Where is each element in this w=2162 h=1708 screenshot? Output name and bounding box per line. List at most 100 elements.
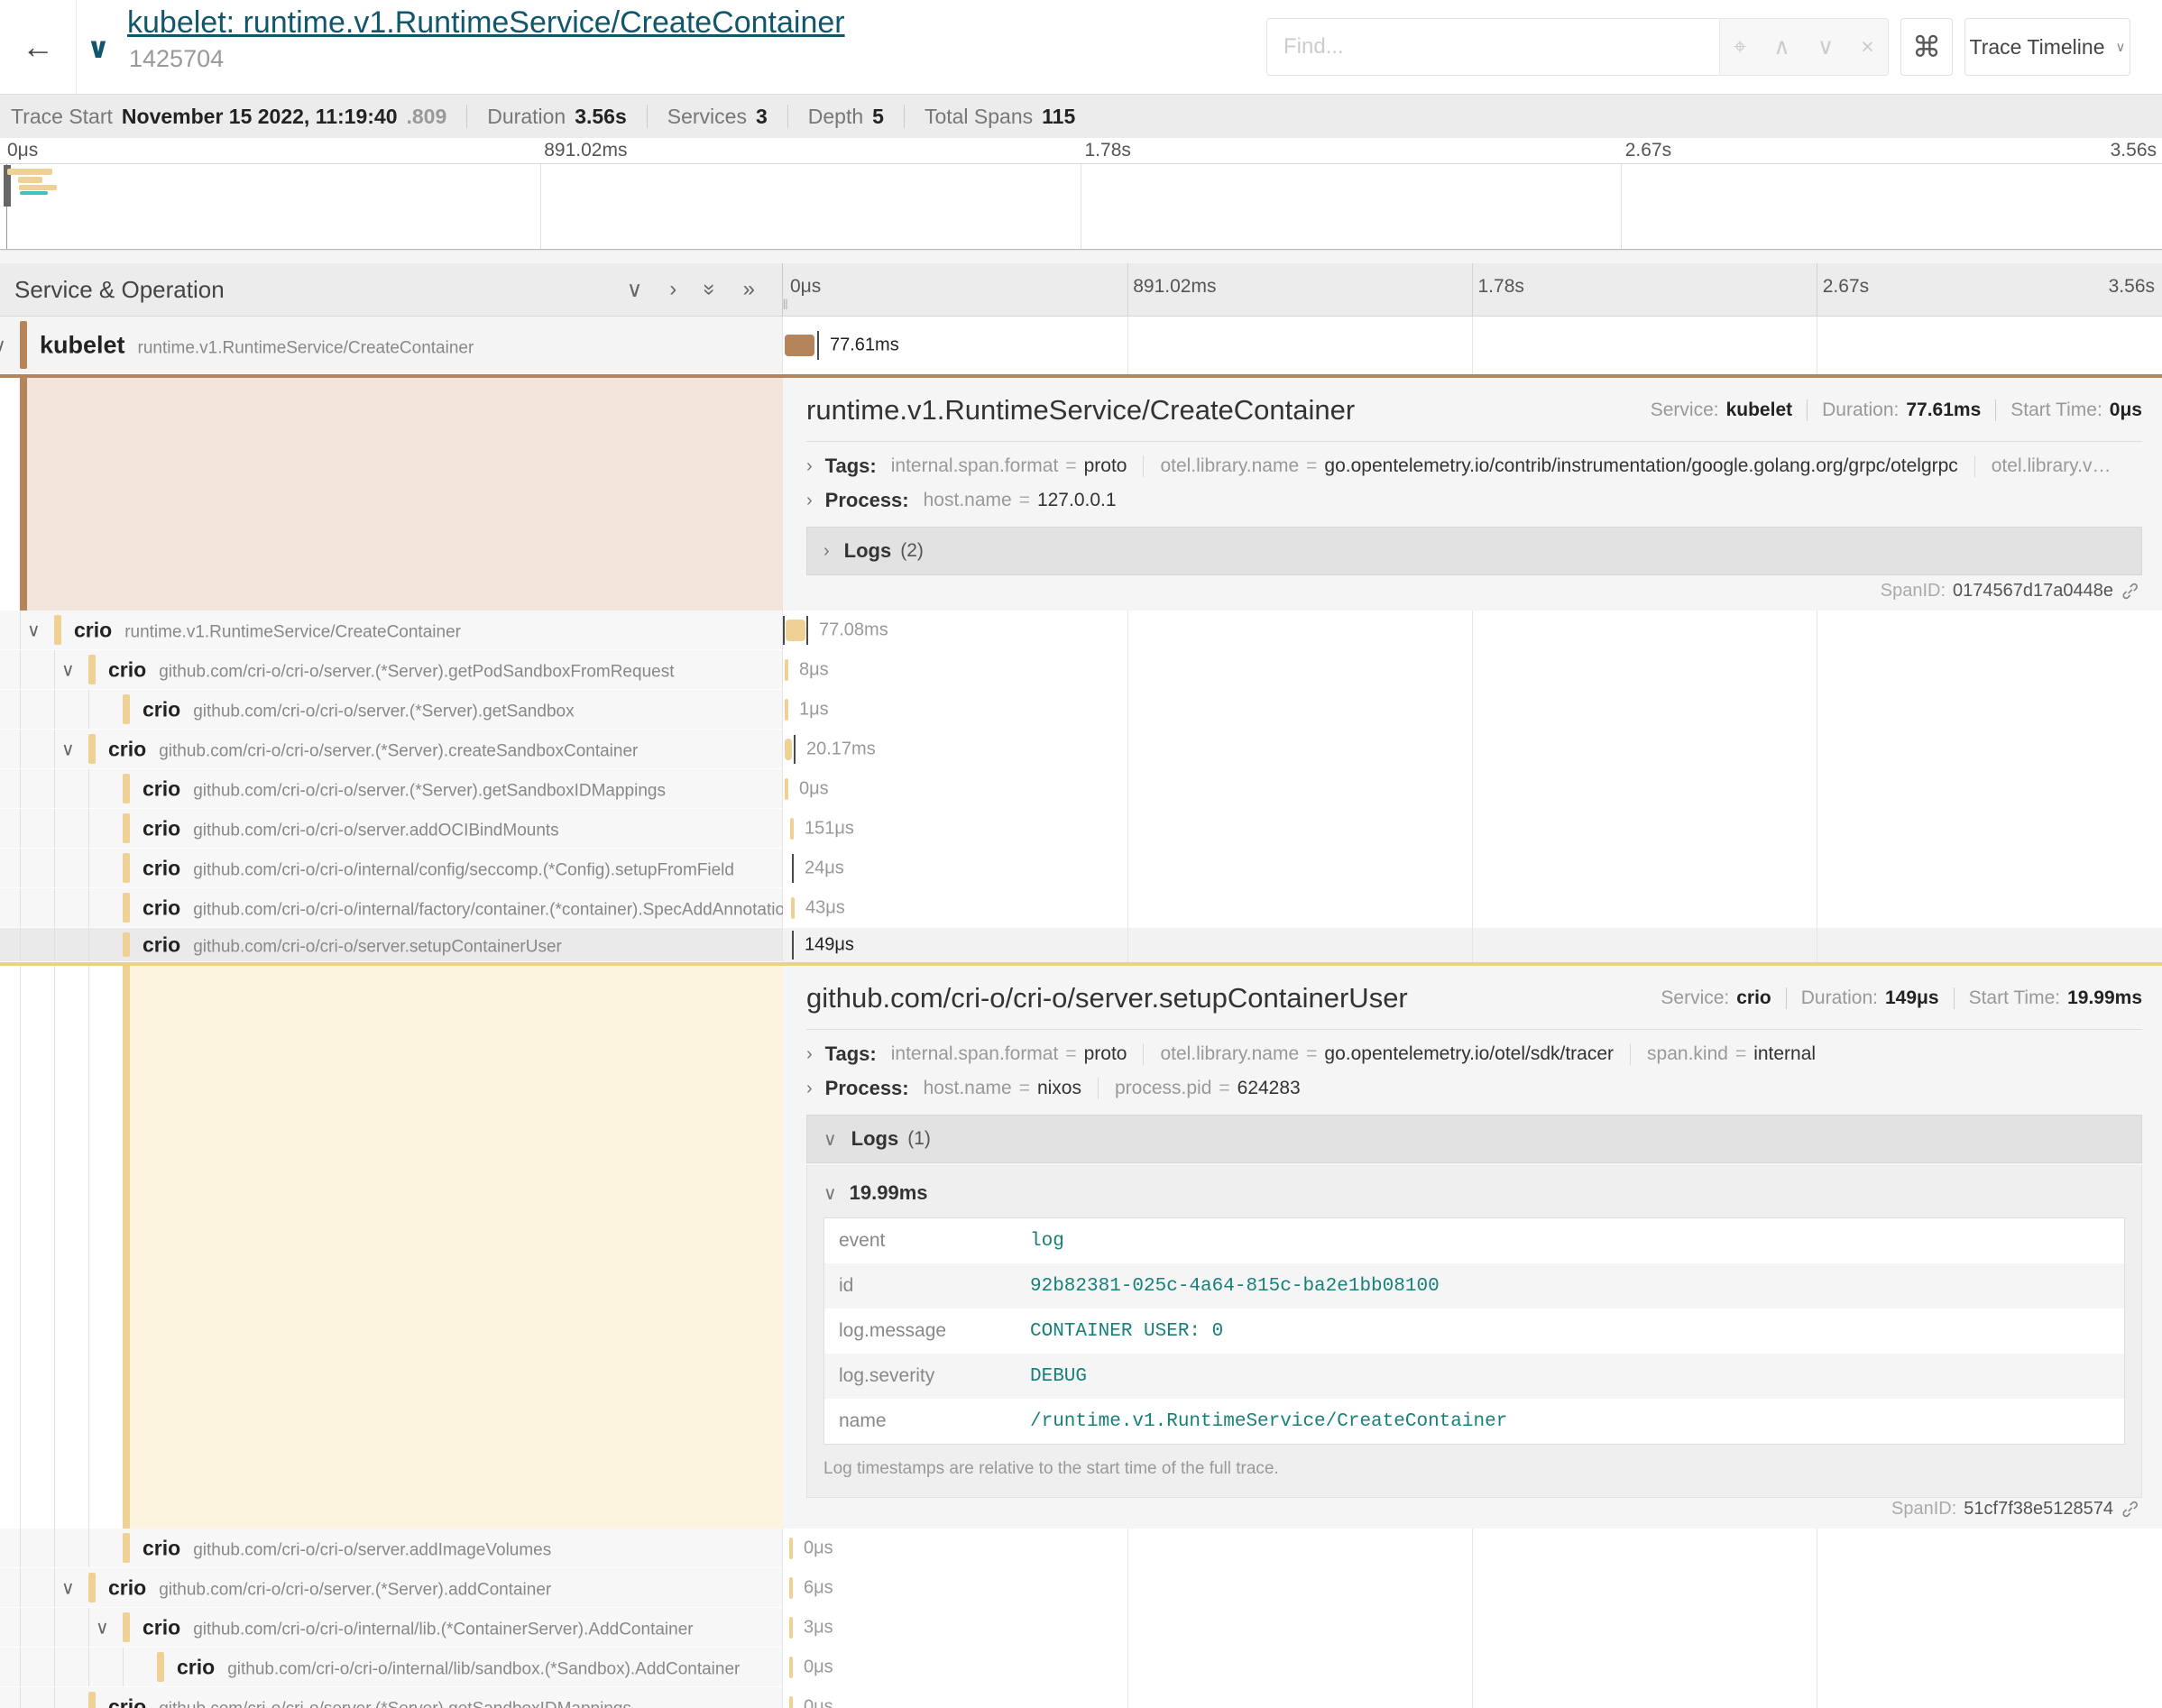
log-field-key: event — [839, 1230, 1030, 1252]
logs-count: (1) — [907, 1128, 931, 1150]
expand-one-icon[interactable]: › — [669, 277, 676, 302]
locate-icon[interactable]: ⌖ — [1734, 34, 1746, 60]
depth-value: 5 — [872, 105, 884, 129]
divider — [1995, 399, 1996, 421]
indent-guide — [88, 1648, 89, 1686]
logs-accordion-expanded[interactable]: ∨ Logs (1) — [806, 1115, 2142, 1163]
operation-name: github.com/cri-o/cri-o/internal/factory/… — [193, 900, 803, 919]
operation-name: runtime.v1.RuntimeService/CreateContaine… — [124, 622, 461, 641]
tag-value: go.opentelemetry.io/contrib/instrumentat… — [1324, 455, 1957, 476]
service-value: crio — [1736, 987, 1771, 1009]
trace-title-link[interactable]: kubelet: runtime.v1.RuntimeService/Creat… — [127, 5, 845, 41]
collapse-chevron-icon[interactable]: ∨ — [96, 1616, 109, 1639]
collapse-chevron-icon[interactable]: ∨ — [61, 738, 75, 760]
operation-name: github.com/cri-o/cri-o/server.setupConta… — [193, 937, 562, 956]
span-row[interactable]: criogithub.com/cri-o/cri-o/server.addIma… — [0, 1529, 2162, 1568]
span-color-bar — [157, 1652, 164, 1682]
tags-row[interactable]: › Tags: internal.span.format=proto otel.… — [806, 1042, 2142, 1066]
span-color-bar — [123, 1612, 130, 1642]
log-entry-header[interactable]: ∨ 19.99ms — [823, 1181, 2125, 1205]
clear-search-icon[interactable]: × — [1861, 34, 1874, 60]
span-row[interactable]: ∨crioruntime.v1.RuntimeService/CreateCon… — [0, 611, 2162, 650]
process-row[interactable]: › Process: host.name=127.0.0.1 — [806, 489, 2142, 512]
expand-all-icon[interactable]: » — [743, 277, 755, 302]
minimap-span-bar — [18, 177, 42, 183]
back-arrow-button[interactable]: ← — [0, 0, 77, 94]
duration-bar — [789, 1617, 793, 1639]
span-row[interactable]: criogithub.com/cri-o/cri-o/server.(*Serv… — [0, 1687, 2162, 1708]
duration-bar — [790, 818, 794, 840]
logs-accordion[interactable]: › Logs (2) — [806, 527, 2142, 575]
span-row[interactable]: criogithub.com/cri-o/cri-o/server.(*Serv… — [0, 769, 2162, 809]
span-row[interactable]: ∨ criogithub.com/cri-o/cri-o/server.(*Ser… — [0, 730, 2162, 769]
collapse-chevron-icon[interactable]: ∨ — [27, 619, 41, 641]
span-color-bar — [123, 694, 130, 724]
span-row[interactable]: ∨criogithub.com/cri-o/cri-o/server.(*Ser… — [0, 650, 2162, 690]
span-color-bar — [123, 813, 130, 843]
indent-guide — [20, 769, 21, 808]
log-fields-table: eventlog id92b82381-025c-4a64-815c-ba2e1… — [823, 1217, 2125, 1445]
service-name: crio — [108, 1694, 146, 1708]
span-row[interactable]: criogithub.com/cri-o/cri-o/internal/lib/… — [0, 1648, 2162, 1687]
span-row[interactable]: ∨ criogithub.com/cri-o/cri-o/internal/lib… — [0, 1608, 2162, 1648]
minimap-tick: 891.02ms — [544, 140, 627, 161]
timeline-tick: 3.56s — [2109, 276, 2155, 298]
tags-row[interactable]: › Tags: internal.span.format=proto otel.… — [806, 455, 2142, 478]
prev-result-icon[interactable]: ∧ — [1773, 33, 1789, 60]
collapse-chevron-icon[interactable]: ∨ — [61, 1576, 75, 1599]
keyboard-shortcuts-button[interactable]: ⌘ — [1900, 18, 1953, 76]
collapse-all-icon[interactable]: » — [697, 283, 722, 295]
indent-guide — [88, 1608, 89, 1647]
collapse-one-icon[interactable]: ∨ — [627, 277, 643, 303]
span-row[interactable]: criogithub.com/cri-o/cri-o/internal/fact… — [0, 888, 2162, 928]
collapse-chevron-icon[interactable]: ∨ — [0, 334, 6, 356]
service-name: crio — [177, 1655, 215, 1678]
operation-name: github.com/cri-o/cri-o/server.addImageVo… — [193, 1540, 551, 1559]
chevron-right-icon: › — [806, 1079, 813, 1099]
span-row[interactable]: ∨criogithub.com/cri-o/cri-o/server.(*Ser… — [0, 1568, 2162, 1608]
duration-label: Duration — [487, 105, 566, 129]
process-key: host.name — [924, 1078, 1012, 1098]
process-row[interactable]: › Process: host.name=nixos process.pid=6… — [806, 1077, 2142, 1100]
indent-guide — [88, 849, 89, 887]
next-result-icon[interactable]: ∨ — [1817, 33, 1834, 60]
span-row[interactable]: ∨kubeletruntime.v1.RuntimeService/Create… — [0, 317, 2162, 374]
trace-view-select[interactable]: Trace Timeline ∨ — [1964, 18, 2130, 76]
span-row-timeline: 6μs — [783, 1568, 2162, 1608]
collapse-chevron-icon[interactable]: ∨ — [61, 658, 75, 681]
log-field-row: eventlog — [824, 1218, 2124, 1263]
process-value: nixos — [1037, 1078, 1081, 1098]
duration-label: 0μs — [804, 1538, 833, 1559]
service-name: crio — [108, 1575, 146, 1599]
spacer-strip — [0, 250, 2162, 263]
duration-label: 151μs — [805, 819, 854, 840]
span-color-bar — [123, 893, 130, 923]
trace-start-label: Trace Start — [11, 105, 113, 129]
span-label: criogithub.com/cri-o/cri-o/internal/conf… — [143, 856, 734, 880]
depth-label: Depth — [808, 105, 863, 129]
duration-bar — [785, 699, 788, 721]
span-row[interactable]: criogithub.com/cri-o/cri-o/server.addOCI… — [0, 809, 2162, 849]
link-icon[interactable] — [2121, 582, 2140, 601]
service-operation-label: Service & Operation — [14, 276, 225, 304]
log-field-row: log.messageCONTAINER USER: 0 — [824, 1309, 2124, 1354]
span-row[interactable]: criogithub.com/cri-o/cri-o/server.(*Serv… — [0, 690, 2162, 730]
log-timestamp: 19.99ms — [850, 1181, 928, 1205]
trace-collapse-chevron-icon[interactable]: ∨ — [87, 31, 110, 65]
link-icon[interactable] — [2121, 1500, 2140, 1520]
span-label: criogithub.com/cri-o/cri-o/internal/lib.… — [143, 1615, 694, 1639]
duration-label: 1μs — [799, 700, 829, 721]
span-row-left: criogithub.com/cri-o/cri-o/server.setupC… — [0, 928, 783, 962]
indent-guide — [20, 1687, 21, 1708]
span-row[interactable]: criogithub.com/cri-o/cri-o/internal/conf… — [0, 849, 2162, 888]
span-row[interactable]: criogithub.com/cri-o/cri-o/server.setupC… — [0, 928, 2162, 962]
indent-guide — [54, 928, 55, 961]
detail-panel: runtime.v1.RuntimeService/CreateContaine… — [783, 378, 2162, 611]
trace-minimap[interactable] — [0, 163, 2162, 250]
tag-key: otel.library.name — [1160, 1043, 1299, 1064]
span-row-timeline: 151μs — [783, 809, 2162, 849]
find-input[interactable] — [1267, 19, 1719, 75]
spanid-value: 0174567d17a0448e — [1953, 581, 2113, 601]
service-operation-header: Service & Operation ∨ › » » ‖ — [0, 263, 783, 316]
span-label: criogithub.com/cri-o/cri-o/server.(*Serv… — [108, 737, 638, 761]
